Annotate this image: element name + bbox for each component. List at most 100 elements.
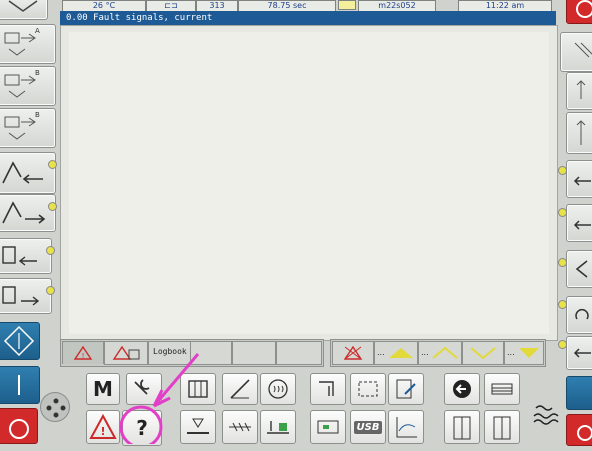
led-ejector-forward (48, 202, 57, 211)
core-a-label: A (35, 27, 40, 35)
softkey-dots-1: ... (377, 348, 385, 357)
led-nozzle-forward (46, 286, 55, 295)
mold-open-icon (574, 42, 592, 58)
cycle-time-value: 78.75 sec (267, 1, 307, 10)
softkey-acknowledge[interactable] (332, 341, 374, 365)
edit-key[interactable] (388, 373, 424, 405)
graph-icon (396, 417, 417, 438)
temperature-key[interactable] (260, 410, 296, 444)
triangle-up-filled-icon (389, 348, 413, 358)
robot-arm-icon (319, 381, 334, 396)
tab-empty-2[interactable] (232, 341, 276, 365)
key-switch[interactable] (40, 392, 70, 422)
left-key-ejector-forward[interactable] (0, 194, 56, 232)
back-key[interactable] (444, 373, 480, 405)
water-cooling-indicator (530, 400, 560, 430)
printer-icon (491, 383, 513, 395)
warning-triangle-icon: ! (73, 345, 93, 360)
right-key-8[interactable] (566, 336, 592, 370)
door-left-key[interactable] (444, 410, 480, 444)
arrow-left-icon (573, 176, 591, 186)
vertical-move-icon (576, 120, 586, 145)
thermometer-icon (267, 421, 289, 434)
left-key-nozzle-back[interactable] (0, 238, 52, 274)
softkey-page-down[interactable]: ... (504, 341, 544, 365)
dataset-value: m22s052 (378, 1, 416, 10)
machine-key[interactable] (310, 410, 346, 444)
right-key-4[interactable] (566, 160, 592, 198)
core-b-label: B (35, 69, 40, 77)
chevron-down-icon (470, 347, 496, 360)
water-waves-icon (533, 405, 559, 425)
annotation-circle (119, 405, 163, 444)
right-key-7[interactable] (566, 296, 592, 334)
right-key-6[interactable] (566, 250, 592, 288)
stop-circle-icon (9, 419, 29, 439)
heating-key[interactable] (260, 373, 296, 405)
right-key-stop[interactable] (566, 414, 592, 446)
tab-fault-current[interactable]: ! (62, 341, 104, 364)
temperature-value: 26 °C (92, 1, 116, 10)
usb-key[interactable]: USB (350, 410, 386, 444)
softkey-up[interactable]: ... (418, 341, 462, 365)
fault-status-text: 0.00 Fault signals, current (66, 13, 213, 23)
clock-value: 11:22 am (485, 1, 525, 10)
led-right-4 (558, 166, 567, 175)
fault-signals-display (60, 25, 558, 341)
acknowledge-crossed-icon (343, 345, 363, 360)
fault-list-area[interactable] (69, 32, 549, 334)
machine-icon-2 (317, 420, 339, 434)
right-key-5[interactable] (566, 204, 592, 242)
arrow-left-icon-2 (573, 220, 591, 230)
right-key-blue[interactable] (566, 376, 592, 410)
curve-icon (230, 379, 250, 399)
vertical-move-up-icon (576, 80, 586, 99)
chevron-up-icon (432, 346, 458, 359)
rotate-icon (575, 309, 589, 320)
left-key-nozzle-forward[interactable] (0, 278, 52, 314)
softkey-dots-3: ... (507, 348, 515, 357)
softkey-down[interactable] (462, 341, 504, 365)
left-key-core-a[interactable]: A (0, 24, 56, 64)
door-right-key[interactable] (484, 410, 520, 444)
annotation-arrow (152, 353, 200, 407)
manual-mode-icon (18, 375, 20, 395)
left-key-stop[interactable] (0, 408, 38, 444)
usb-key-label: USB (353, 420, 383, 434)
led-right-6 (558, 258, 567, 267)
led-right-5 (558, 208, 567, 217)
nozzle-back-icon (2, 246, 37, 266)
machine-icon: ⊏⊐ (164, 1, 178, 10)
right-key-3[interactable] (566, 112, 592, 154)
dataset-icon (338, 0, 356, 10)
graph-key[interactable] (388, 410, 424, 444)
arrow-left-icon-3 (573, 348, 591, 358)
softkey-page-up[interactable]: ... (374, 341, 418, 365)
core-pull-out-icon (4, 74, 36, 98)
left-key-core-b[interactable]: B (0, 66, 56, 106)
left-key-ejector-back[interactable] (0, 152, 56, 194)
counter-value: 313 (209, 1, 225, 10)
edit-document-icon (396, 379, 416, 399)
screw-key[interactable] (222, 410, 258, 444)
printer-key[interactable] (484, 373, 520, 405)
cycle-arrows-icon (358, 381, 378, 397)
chevron-left-icon (575, 260, 588, 278)
left-key-1[interactable] (0, 0, 48, 20)
left-key-core-b2[interactable]: B (0, 108, 56, 148)
led-right-7 (558, 300, 567, 309)
alarm-circle-icon (576, 0, 592, 18)
screw-icon (229, 422, 251, 432)
right-key-2[interactable] (566, 72, 592, 110)
left-key-manual[interactable] (0, 366, 40, 404)
core-b2-label: B (35, 111, 40, 119)
svg-text:!: ! (100, 425, 105, 438)
left-key-setup[interactable] (0, 322, 40, 360)
tab-empty-3[interactable] (276, 341, 322, 365)
injection-curve-key[interactable] (222, 373, 258, 405)
stop-circle-icon-2 (577, 425, 592, 441)
right-key-alarm[interactable] (566, 0, 592, 24)
right-key-1[interactable] (560, 32, 592, 72)
robot-key[interactable] (310, 373, 346, 405)
cycle-key[interactable] (350, 373, 386, 405)
